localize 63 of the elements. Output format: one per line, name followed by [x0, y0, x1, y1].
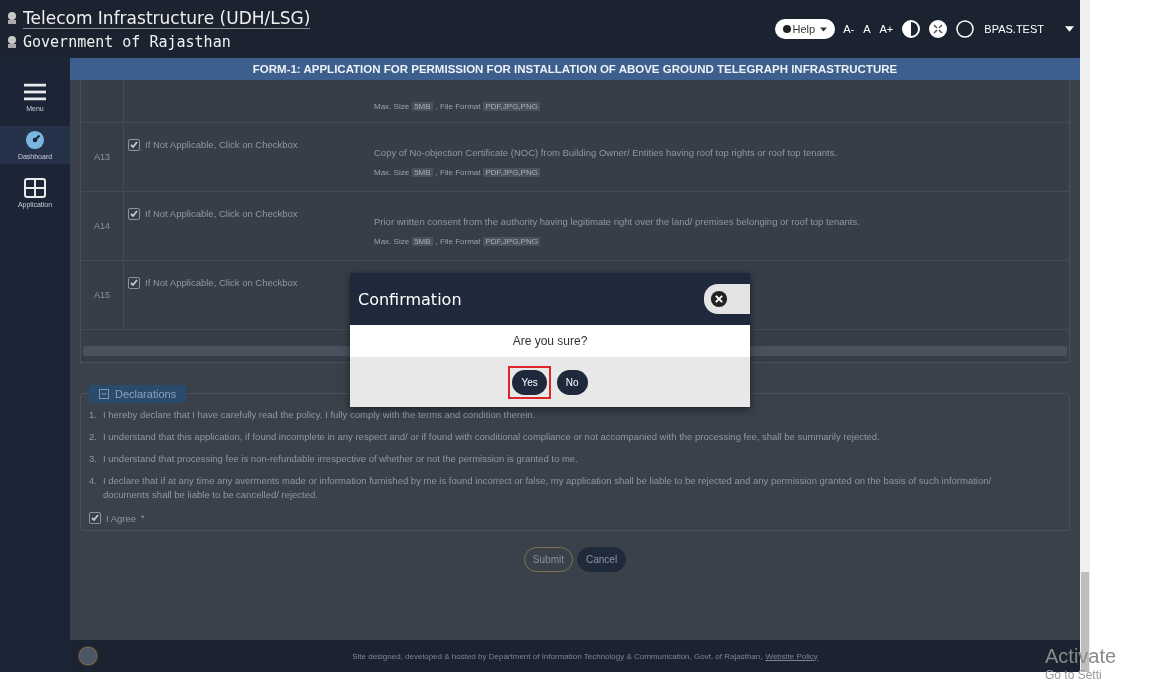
item-number: 2.	[89, 430, 98, 444]
note-label: Max. Size	[374, 237, 410, 246]
format-tag: PDF,JPG,PNG	[483, 168, 540, 177]
checkbox[interactable]	[128, 139, 140, 151]
font-size-button[interactable]: A+	[878, 23, 895, 35]
collapse-icon	[99, 389, 109, 399]
checkbox-label: If Not Applicable, Click on Checkbox	[145, 277, 298, 288]
declaration-text: I declare that if at any time any averments made or information furnished by me is found incorrect or false, my application shall be liable to be rejected and any permission granted on the basis of such information/ documents shall be liable to be cancelled/ rejected.	[103, 474, 993, 502]
note-label: , File Format	[435, 237, 481, 246]
user-name[interactable]: BPAS.TEST	[984, 23, 1044, 35]
row-code: A14	[94, 221, 110, 231]
checkbox-label: If Not Applicable, Click on Checkbox	[145, 139, 298, 150]
caret-icon[interactable]	[1065, 26, 1074, 32]
seal-icon	[78, 646, 98, 666]
close-icon	[710, 290, 728, 308]
document-description: Copy of No-objection Certificate (NOC) from Building Owner/ Entities having roof top rights or roof top tenants.	[374, 147, 839, 158]
format-tag: PDF,JPG,PNG	[483, 237, 540, 246]
size-tag: 5MB	[412, 168, 433, 177]
collapse-icon[interactable]	[928, 19, 949, 39]
user-circle-icon[interactable]	[955, 19, 976, 39]
checkbox[interactable]	[128, 208, 140, 220]
size-tag: 5MB	[412, 237, 433, 246]
app-subtitle: Government of Rajasthan	[23, 32, 231, 51]
yes-button[interactable]: Yes	[508, 365, 551, 399]
font-size-button[interactable]: A	[862, 23, 872, 35]
activation-hint: Go to Setti	[1045, 668, 1102, 682]
required-mark: *	[141, 513, 145, 523]
font-size-button[interactable]: A-	[842, 23, 856, 35]
dialog-message: Are you sure?	[350, 325, 750, 357]
declaration-text: I hereby declare that I have carefully read the policy. I fully comply with the terms and condition therein.	[103, 408, 536, 422]
help-button[interactable]: Help	[774, 19, 836, 39]
declaration-text: I understand that this application, if found incomplete in any respect and/ or if found with conditional compliance or not accompanied with the processing fee, shall be summarily rejected.	[103, 430, 880, 444]
row-code: A15	[94, 290, 110, 300]
gauge-icon	[24, 130, 46, 150]
declaration-text: I understand that processing fee is non-refundable irrespective of whether or not the permission is granted to me.	[103, 452, 578, 466]
activation-notice: Activate	[1045, 645, 1117, 668]
checkbox[interactable]	[128, 277, 140, 289]
note-label: Max. Size	[374, 168, 410, 177]
item-number: 3.	[89, 452, 98, 466]
note-label: Max. Size	[374, 102, 410, 111]
checkbox[interactable]	[89, 512, 101, 524]
item-number: 4.	[89, 474, 98, 488]
form-title: FORM-1: APPLICATION FOR PERMISSION FOR INSTALLATION OF ABOVE GROUND TELEGRAPH INFRASTRUCTURE	[70, 58, 1080, 80]
row-code: A13	[94, 152, 110, 162]
footer-link[interactable]: Website Policy	[765, 651, 818, 661]
agree-label: I Agree	[106, 512, 137, 524]
dialog-title: Confirmation	[358, 289, 462, 309]
item-number: 1.	[89, 408, 98, 422]
declarations-tab[interactable]: Declarations	[89, 385, 187, 403]
menu-icon	[24, 82, 46, 102]
footer-text: Site designed, developed & hosted by Department of Information Technology & Communication, Govt. of Rajasthan,	[352, 651, 763, 661]
app-title: Telecom Infrastructure (UDH/LSG)	[23, 7, 311, 29]
document-description: Prior written consent from the authority having legitimate right over the land/ premises belonging or roof top tenants.	[374, 216, 861, 227]
cancel-button[interactable]: Cancel	[577, 547, 627, 572]
grid-icon	[24, 178, 46, 198]
format-tag: PDF,JPG,PNG	[483, 102, 540, 111]
close-button[interactable]	[704, 284, 750, 314]
contrast-icon[interactable]	[901, 19, 922, 39]
size-tag: 5MB	[412, 102, 433, 111]
checkbox-label: If Not Applicable, Click on Checkbox	[145, 208, 298, 219]
caret-icon	[820, 26, 828, 32]
note-label: , File Format	[435, 168, 481, 177]
note-label: , File Format	[435, 102, 481, 111]
